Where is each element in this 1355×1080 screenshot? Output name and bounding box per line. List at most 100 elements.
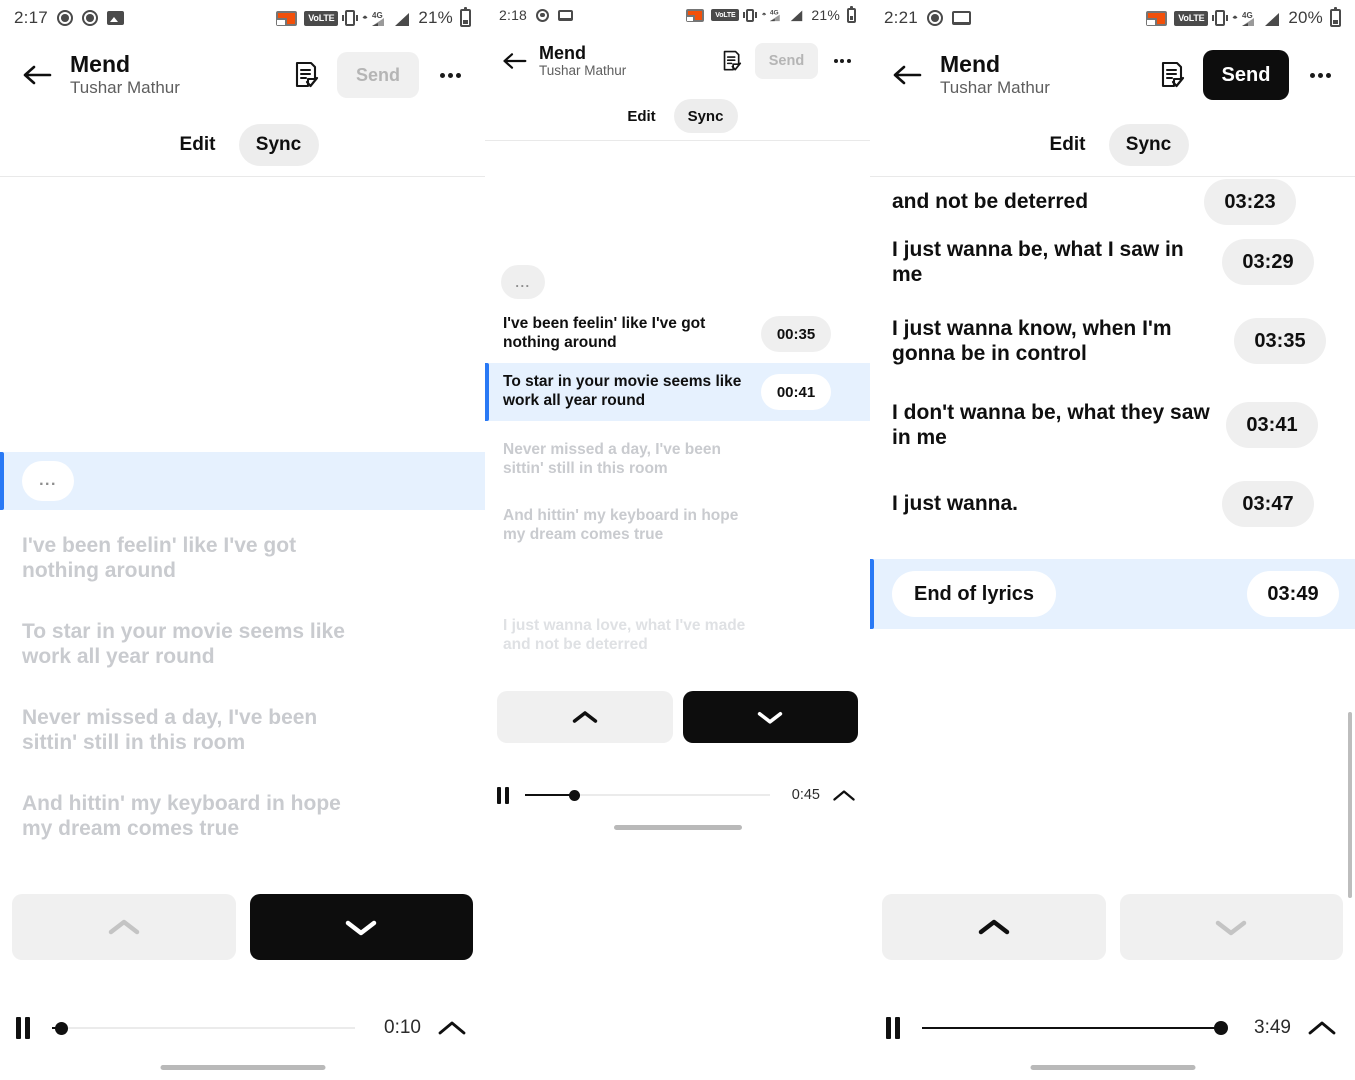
lyric-row[interactable]: To star in your movie seems like work al… (0, 596, 485, 682)
lyric-text: And hittin' my keyboard in hope my dream… (22, 792, 341, 840)
signal-bars-icon (393, 10, 411, 27)
lyric-text: To star in your movie seems like work al… (503, 373, 742, 409)
song-artist: Tushar Mathur (539, 62, 627, 78)
document-check-icon (1161, 61, 1184, 88)
nav-buttons-3 (882, 894, 1343, 960)
next-line-button[interactable] (682, 691, 858, 743)
back-button[interactable] (888, 56, 926, 94)
lyric-row[interactable]: I've been feelin' like I've got nothing … (0, 510, 485, 596)
song-info: Mend Tushar Mathur (70, 51, 180, 98)
chevron-up-icon (833, 789, 855, 801)
lyric-row[interactable]: and not be deterred 03:23 (870, 177, 1355, 225)
chevron-down-icon (1216, 920, 1247, 936)
lyric-row[interactable]: I don't wanna be, what they saw in me 03… (870, 383, 1355, 467)
app-header-2: Mend Tushar Mathur Send (485, 30, 870, 92)
tab-edit[interactable]: Edit (1037, 124, 1099, 166)
tab-sync[interactable]: Sync (238, 124, 319, 166)
send-button[interactable]: Send (337, 52, 419, 98)
send-button[interactable]: Send (755, 43, 818, 79)
pause-button[interactable] (497, 786, 509, 804)
lyric-row[interactable]: I just wanna. 03:47 (870, 467, 1355, 541)
lyric-row[interactable]: I just wanna know, when I'm gonna be in … (870, 299, 1355, 383)
battery-icon (1330, 7, 1341, 27)
vibrate-icon (1212, 10, 1229, 26)
lyric-timestamp[interactable]: 03:47 (1222, 481, 1314, 527)
back-button[interactable] (499, 46, 529, 76)
back-button[interactable] (18, 56, 56, 94)
expand-player-button[interactable] (435, 1013, 469, 1043)
lyric-timestamp[interactable]: 00:35 (761, 316, 831, 352)
tab-sync[interactable]: Sync (1108, 124, 1189, 166)
next-line-button[interactable] (249, 894, 473, 960)
next-line-button[interactable] (1119, 894, 1343, 960)
arrow-left-icon (502, 53, 526, 69)
battery-percent: 20% (1288, 8, 1323, 27)
seek-slider-1[interactable] (52, 1017, 355, 1039)
lyric-row[interactable]: Never missed a day, I've been sittin' st… (485, 421, 870, 487)
song-info: Mend Tushar Mathur (940, 50, 1050, 98)
vibrate-icon (342, 10, 359, 26)
lyric-row[interactable]: I just wanna love, what I've made and no… (485, 553, 870, 655)
lyric-timestamp[interactable]: 00:41 (761, 374, 831, 410)
lyric-text: I just wanna know, when I'm gonna be in … (892, 316, 1172, 365)
previous-line-button[interactable] (882, 894, 1106, 960)
arrow-left-icon (23, 65, 52, 85)
lyric-row-current[interactable]: End of lyrics 03:49 (870, 559, 1355, 629)
lyric-timestamp[interactable]: 03:49 (1247, 571, 1339, 617)
lyric-timestamp[interactable]: 03:23 (1204, 179, 1296, 225)
seek-slider-2[interactable] (525, 786, 770, 804)
laptop-icon (558, 9, 574, 21)
lyric-row[interactable]: ... (485, 259, 870, 305)
lyric-timestamp[interactable]: 03:35 (1234, 318, 1326, 364)
lyric-text: To star in your movie seems like work al… (22, 620, 345, 668)
more-options-button[interactable] (1303, 58, 1337, 92)
lyric-row[interactable]: Never missed a day, I've been sittin' st… (0, 682, 485, 768)
lyrics-doc-button[interactable] (289, 58, 323, 92)
pause-button[interactable] (886, 1017, 900, 1039)
lyrics-doc-button[interactable] (719, 48, 745, 74)
lyric-row[interactable]: I've been feelin' like I've got nothing … (485, 305, 870, 363)
home-indicator (160, 1065, 325, 1070)
lyric-row-current[interactable]: ... (0, 452, 485, 510)
lyric-text: I don't wanna be, what they saw in me (892, 400, 1210, 449)
status-bar-2: 2:18 VoLTE 4G 21% (485, 0, 870, 30)
chevron-down-icon (346, 920, 377, 936)
lyric-row[interactable]: And hittin' my keyboard in hope my dream… (0, 768, 485, 854)
phone-screen-3: 2:21 VoLTE 4G 20% Mend Tushar Mathur Sen… (870, 0, 1355, 1080)
nav-buttons-2 (497, 691, 858, 743)
lyric-timestamp[interactable]: 03:29 (1222, 239, 1314, 285)
phone-screen-1: 2:17 VoLTE 4G 21% Mend Tushar Mathur Sen… (0, 0, 485, 1080)
app-header-3: Mend Tushar Mathur Send (870, 36, 1355, 114)
seek-slider-3[interactable] (922, 1017, 1228, 1039)
arrow-left-icon (893, 65, 922, 85)
tab-edit[interactable]: Edit (167, 124, 229, 166)
send-button[interactable]: Send (1203, 50, 1289, 100)
pause-button[interactable] (16, 1017, 30, 1039)
song-title: Mend (539, 42, 586, 63)
lyric-row[interactable]: I just wanna be, what I saw in me 03:29 (870, 225, 1355, 299)
lyric-row-current[interactable]: To star in your movie seems like work al… (485, 363, 870, 421)
tab-sync[interactable]: Sync (673, 99, 738, 133)
tab-edit[interactable]: Edit (618, 99, 666, 133)
previous-line-button[interactable] (497, 691, 673, 743)
vertical-scrollbar[interactable] (1348, 712, 1352, 898)
lyric-row[interactable]: And hittin' my keyboard in hope my dream… (485, 487, 870, 553)
expand-player-button[interactable] (1305, 1013, 1339, 1043)
lyric-text: I've been feelin' like I've got nothing … (503, 315, 706, 351)
home-indicator (1030, 1065, 1195, 1070)
expand-player-button[interactable] (830, 783, 858, 807)
previous-line-button[interactable] (12, 894, 236, 960)
mode-tabs-1: Edit Sync (0, 114, 485, 176)
more-options-button[interactable] (433, 58, 467, 92)
status-bar-3: 2:21 VoLTE 4G 20% (870, 0, 1355, 36)
song-title: Mend (940, 50, 1001, 77)
song-info: Mend Tushar Mathur (539, 43, 626, 79)
lyric-timestamp[interactable]: 03:41 (1226, 402, 1318, 448)
mode-tabs-3: Edit Sync (870, 114, 1355, 176)
playback-time: 0:45 (791, 787, 820, 803)
lyric-text: I've been feelin' like I've got nothing … (22, 534, 297, 582)
lyrics-doc-button[interactable] (1155, 58, 1189, 92)
player-bar-2: 0:45 (485, 778, 870, 812)
more-options-button[interactable] (828, 47, 856, 75)
lyric-text: I just wanna love, what I've made and no… (503, 617, 746, 653)
